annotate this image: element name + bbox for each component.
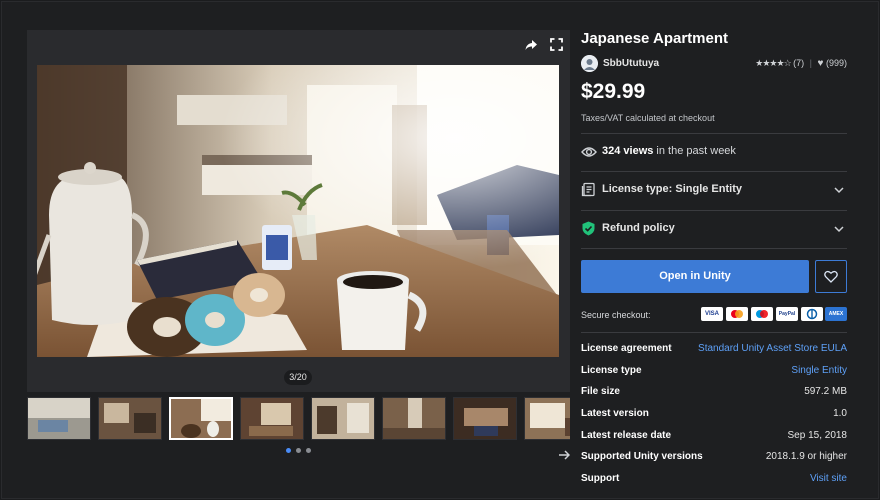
image-gallery: 3/20 <box>27 30 570 392</box>
accordion-label: Refund policy <box>602 222 675 234</box>
eye-icon <box>581 147 597 157</box>
spec-row: License type Single Entity <box>581 365 847 379</box>
spec-value: 597.2 MB <box>804 386 847 397</box>
shield-check-icon <box>582 221 595 236</box>
heart-icon <box>824 270 838 283</box>
license-type-accordion[interactable]: License type: Single Entity <box>581 180 847 200</box>
amex-card-icon: AMEX <box>825 307 847 321</box>
spec-key: Latest release date <box>581 430 672 441</box>
pagination-dot[interactable] <box>306 448 311 453</box>
spec-key: File size <box>581 386 620 397</box>
rating-count: (7) <box>793 58 805 68</box>
thumbnail[interactable] <box>453 397 517 440</box>
thumbnail[interactable] <box>382 397 446 440</box>
secure-checkout-label: Secure checkout: <box>581 310 651 320</box>
thumbnail[interactable] <box>98 397 162 440</box>
divider <box>581 133 847 134</box>
pagination-dot[interactable] <box>296 448 301 453</box>
share-icon[interactable] <box>522 38 540 56</box>
spec-row: File size 597.2 MB <box>581 386 847 400</box>
spec-value: Sep 15, 2018 <box>787 430 848 441</box>
maestro-card-icon <box>751 307 773 321</box>
views-count: 324 views <box>602 145 654 157</box>
visit-site-link[interactable]: Visit site <box>810 473 847 484</box>
payment-methods: VISA PayPal AMEX <box>701 307 847 321</box>
thumbnail[interactable] <box>311 397 375 440</box>
publisher-link[interactable]: SbbUtutuya <box>603 58 659 69</box>
thumbnail[interactable] <box>240 397 304 440</box>
accordion-label: License type: Single Entity <box>602 183 742 195</box>
spec-key: Supported Unity versions <box>581 451 703 462</box>
spec-key: Latest version <box>581 408 649 419</box>
spec-value: 1.0 <box>833 408 847 419</box>
arrow-right-icon[interactable] <box>558 449 571 463</box>
fullscreen-icon[interactable] <box>547 38 565 56</box>
spec-key: License agreement <box>581 343 672 354</box>
thumbnail[interactable] <box>524 397 570 440</box>
chevron-down-icon <box>834 187 844 194</box>
divider <box>581 248 847 249</box>
spec-key: License type <box>581 365 642 376</box>
product-title: Japanese Apartment <box>581 30 728 47</box>
spec-row: Latest release date Sep 15, 2018 <box>581 430 847 444</box>
gallery-pagination <box>284 448 314 454</box>
thumbnail-strip <box>27 397 570 440</box>
divider <box>581 210 847 211</box>
paypal-icon: PayPal <box>776 307 798 321</box>
heart-icon: ♥ <box>817 58 824 69</box>
views-suffix: in the past week <box>653 145 736 157</box>
chevron-down-icon <box>834 226 844 233</box>
spec-row: Supported Unity versions 2018.1.9 or hig… <box>581 451 847 465</box>
separator: | <box>809 58 813 68</box>
license-type-link[interactable]: Single Entity <box>791 365 847 376</box>
thumbnail[interactable] <box>27 397 91 440</box>
rating-summary[interactable]: ★★★★☆ (7) | ♥ (999) <box>755 58 847 69</box>
refund-policy-accordion[interactable]: Refund policy <box>581 219 847 239</box>
thumbnail-active[interactable] <box>169 397 233 440</box>
open-in-unity-button[interactable]: Open in Unity <box>581 260 809 293</box>
main-preview-image[interactable] <box>37 65 559 357</box>
divider <box>581 332 847 333</box>
spec-row: Latest version 1.0 <box>581 408 847 422</box>
star-rating-icon: ★★★★☆ <box>755 58 791 68</box>
image-counter: 3/20 <box>284 370 312 385</box>
divider <box>581 171 847 172</box>
mastercard-icon <box>726 307 748 321</box>
spec-key: Support <box>581 473 620 484</box>
spec-row: License agreement Standard Unity Asset S… <box>581 343 847 357</box>
add-to-favorites-button[interactable] <box>815 260 847 293</box>
vat-note: Taxes/VAT calculated at checkout <box>581 113 715 123</box>
price: $29.99 <box>581 80 646 103</box>
publisher-row: SbbUtutuya ★★★★☆ (7) | ♥ (999) <box>581 55 847 73</box>
publisher-avatar[interactable] <box>581 55 598 72</box>
visa-card-icon: VISA <box>701 307 723 321</box>
license-agreement-link[interactable]: Standard Unity Asset Store EULA <box>698 343 847 354</box>
diners-card-icon <box>801 307 823 321</box>
spec-value: 2018.1.9 or higher <box>765 451 847 462</box>
spec-row: Support Visit site <box>581 473 847 487</box>
license-icon <box>581 182 595 197</box>
pagination-dot-active[interactable] <box>286 448 291 453</box>
favorites-count: (999) <box>825 58 847 68</box>
